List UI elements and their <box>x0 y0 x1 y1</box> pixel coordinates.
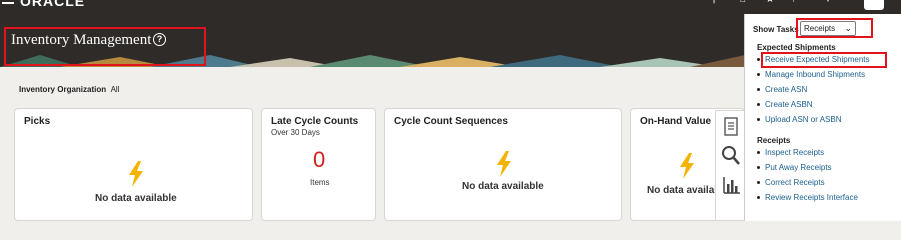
group-title-receipts: Receipts <box>757 136 791 145</box>
picks-card[interactable]: Picks No data available <box>14 108 253 221</box>
late-cycle-counts-card[interactable]: Late Cycle Counts Over 30 Days 0 Items <box>261 108 376 221</box>
card-title: Picks <box>24 116 51 127</box>
search-icon[interactable]: ⚲ <box>708 0 720 5</box>
no-data-bolt-icon <box>680 153 694 179</box>
late-count-unit: Items <box>310 178 330 187</box>
cycle-count-sequences-card[interactable]: Cycle Count Sequences No data available <box>384 108 622 221</box>
favorites-icon[interactable]: ★ <box>764 0 776 5</box>
group-title-expected-shipments: Expected Shipments <box>757 43 836 52</box>
task-correct-receipts[interactable]: Correct Receipts <box>757 178 825 187</box>
card-title: On-Hand Value <box>640 116 712 127</box>
show-tasks-label: Show Tasks <box>753 25 799 34</box>
inventory-organization-filter[interactable]: Inventory Organization All <box>19 85 119 94</box>
help-menu-icon[interactable]: ▿ <box>822 0 834 5</box>
no-data-bolt-icon <box>497 151 511 177</box>
task-review-receipts-interface[interactable]: Review Receipts Interface <box>757 193 858 202</box>
task-highlight-box <box>761 52 887 68</box>
task-manage-inbound-shipments[interactable]: Manage Inbound Shipments <box>756 70 865 79</box>
search-panel-icon[interactable] <box>720 144 742 168</box>
avatar[interactable] <box>864 0 884 10</box>
card-title: Late Cycle Counts <box>271 116 359 127</box>
title-highlight-box <box>4 27 206 66</box>
no-data-text: No data available <box>462 181 544 192</box>
analytics-chart-icon[interactable] <box>720 173 742 197</box>
no-data-text: No data available <box>95 193 177 204</box>
oracle-logo: ORACLE <box>20 0 86 9</box>
task-create-asn[interactable]: Create ASN <box>756 85 807 94</box>
task-put-away-receipts[interactable]: Put Away Receipts <box>757 163 832 172</box>
hamburger-menu-icon[interactable] <box>2 0 14 6</box>
task-upload-asn-or-asbn[interactable]: Upload ASN or ASBN <box>756 115 841 124</box>
home-icon[interactable]: ⌂ <box>737 0 749 5</box>
notifications-icon[interactable]: ⚑ <box>790 0 802 5</box>
global-header: ORACLE ⚲ ⌂ ★ ⚑ ▿ <box>0 0 901 14</box>
late-count-value[interactable]: 0 <box>313 147 325 173</box>
select-highlight-box <box>796 18 873 38</box>
task-inspect-receipts[interactable]: Inspect Receipts <box>756 148 824 157</box>
panel-tab-rail <box>715 110 745 221</box>
card-subtitle: Over 30 Days <box>271 128 320 137</box>
no-data-bolt-icon <box>129 161 143 187</box>
org-label: Inventory Organization <box>19 85 107 94</box>
org-value: All <box>110 85 120 94</box>
tasks-list-icon[interactable] <box>720 115 742 139</box>
tasks-panel: Show Tasks Receipts ⌄ Expected Shipments… <box>744 14 901 221</box>
task-create-asbn[interactable]: Create ASBN <box>757 100 813 109</box>
app-root: ORACLE ⚲ ⌂ ★ ⚑ ▿ Inventory Management ? … <box>0 0 901 221</box>
card-title: Cycle Count Sequences <box>394 116 508 127</box>
